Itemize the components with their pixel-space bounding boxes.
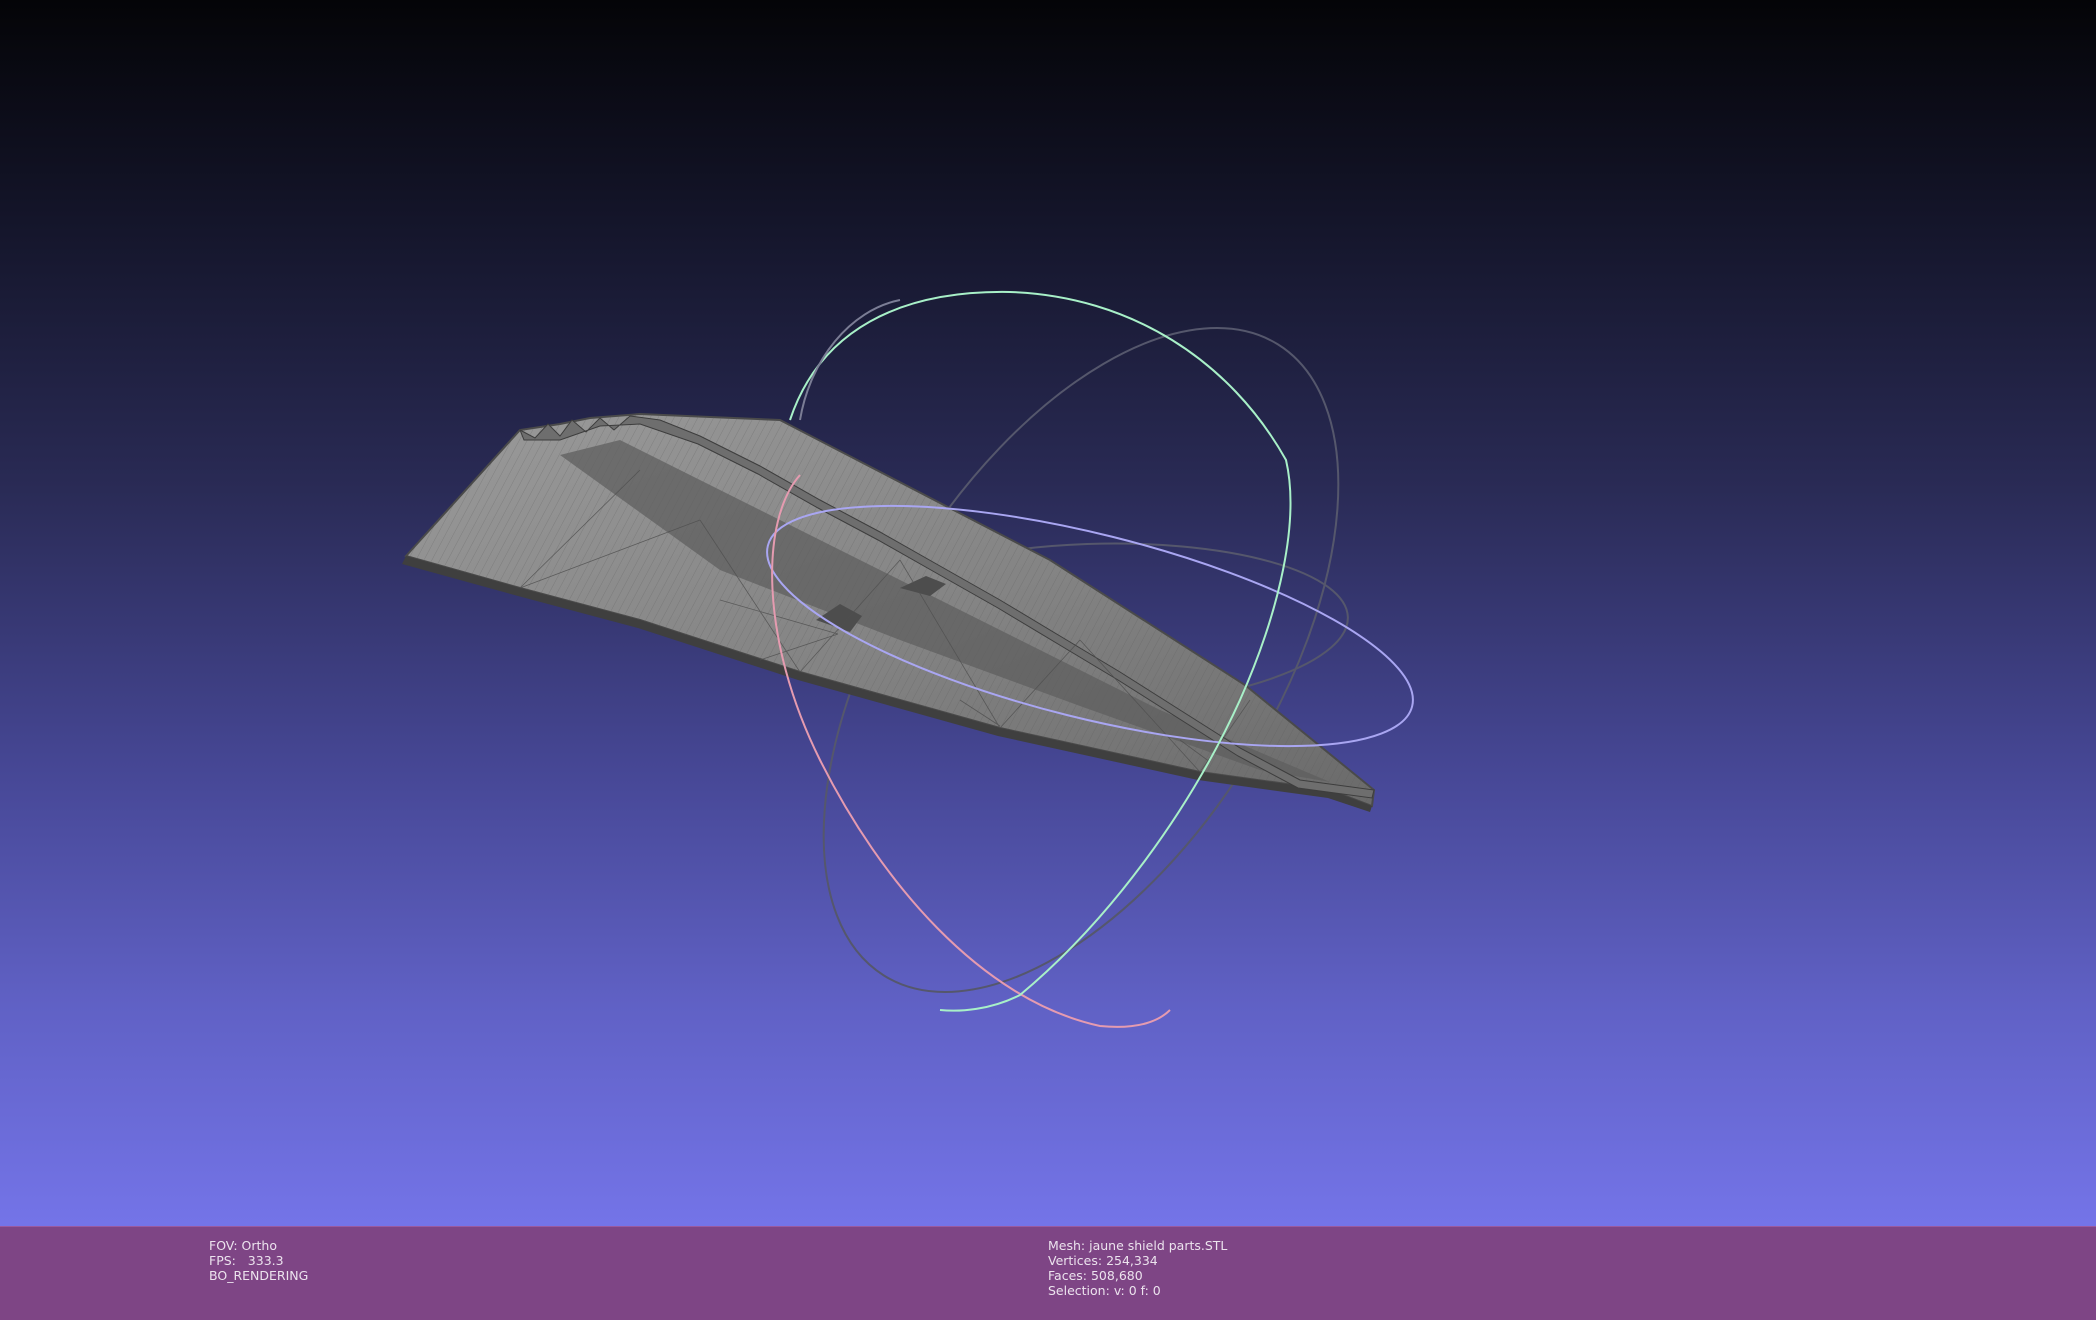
faces-value: 508,680 [1090, 1268, 1143, 1283]
fps-line: FPS: 333.3 [209, 1253, 308, 1268]
fps-value: 333.3 [247, 1253, 284, 1268]
fov-value: Ortho [241, 1238, 277, 1253]
selection-line: Selection: v: 0 f: 0 [1048, 1283, 1227, 1298]
fov-label: FOV: [209, 1238, 238, 1253]
mesh-name: jaune shield parts.STL [1089, 1238, 1228, 1253]
mesh-model[interactable] [402, 412, 1376, 812]
faces-line: Faces: 508,680 [1048, 1268, 1227, 1283]
fov-line: FOV: Ortho [209, 1238, 308, 1253]
selection-label: Selection: [1048, 1283, 1110, 1298]
vertices-value: 254,334 [1106, 1253, 1158, 1268]
vertices-line: Vertices: 254,334 [1048, 1253, 1227, 1268]
scene-canvas[interactable] [0, 0, 2096, 1226]
vertices-label: Vertices: [1048, 1253, 1103, 1268]
3d-viewport[interactable] [0, 0, 2096, 1226]
trackball-shadow-ring [799, 299, 901, 421]
mesh-line: Mesh: jaune shield parts.STL [1048, 1238, 1227, 1253]
faces-label: Faces: [1048, 1268, 1087, 1283]
render-info: FOV: Ortho FPS: 333.3 BO_RENDERING [209, 1238, 308, 1283]
render-mode: BO_RENDERING [209, 1268, 309, 1283]
mesh-info: Mesh: jaune shield parts.STL Vertices: 2… [1048, 1238, 1227, 1298]
fps-label: FPS: [209, 1253, 236, 1268]
selection-value: v: 0 f: 0 [1113, 1283, 1161, 1298]
mesh-label: Mesh: [1048, 1238, 1086, 1253]
